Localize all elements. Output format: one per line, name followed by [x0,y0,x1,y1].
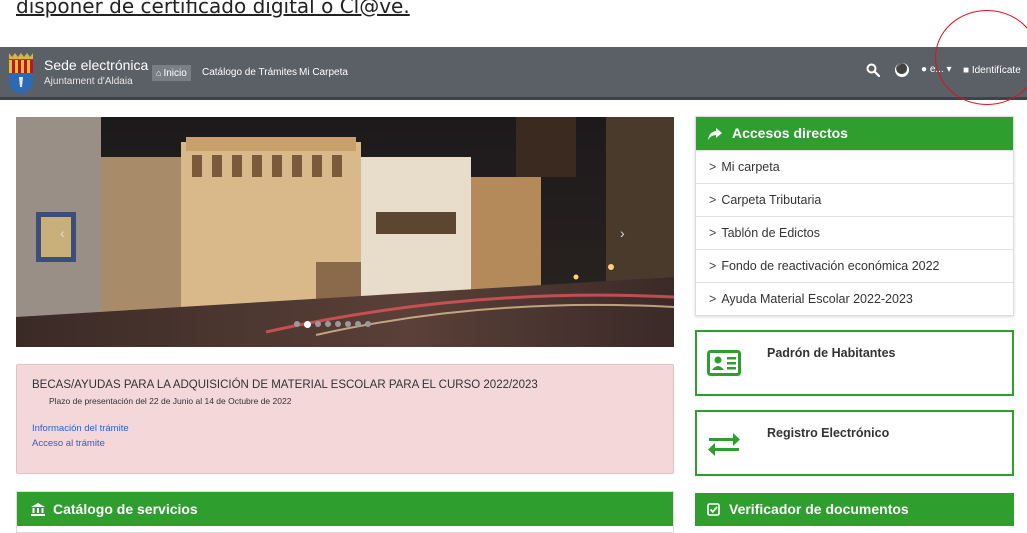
carousel-indicators [294,320,371,328]
site-subtitle[interactable]: Ajuntament d'Aldaia [44,76,133,87]
chevron-right-icon: > [709,259,717,273]
shortcut-label: Ayuda Material Escolar 2022-2023 [721,292,913,306]
nav-item-catalogo-tramites[interactable]: Catálogo de Trámites [202,65,297,81]
chevron-right-icon: > [709,226,717,240]
chevron-left-icon[interactable]: ‹ [60,225,65,241]
verificador-documentos-title: Verificador de documentos [729,501,909,517]
chevron-right-icon: > [709,193,717,207]
bank-icon [31,503,45,516]
shortcut-label: Carpeta Tributaria [721,193,822,207]
carousel-dot[interactable] [294,321,300,327]
catalogo-servicios-header: Catálogo de servicios [17,492,673,526]
instruction-text-fragment: disponer de certificado digital o Cl@ve. [16,0,410,18]
accesos-directos-panel: Accesos directos > Mi carpeta > Carpeta Tr… [695,116,1014,316]
announcement-box: BECAS/AYUDAS PARA LA ADQUISICIÓN DE MATE… [16,364,674,474]
carousel-dot-active[interactable] [304,320,311,328]
chevron-right-icon: > [709,160,717,174]
carousel-dot[interactable] [335,321,341,327]
share-icon [708,128,722,140]
town-hall-night-photo [16,117,674,347]
shortcut-fondo-reactivacion[interactable]: > Fondo de reactivación económica 2022 [696,249,1013,282]
municipal-shield-logo[interactable] [6,51,36,95]
verificador-documentos-panel: Verificador de documentos [695,493,1014,533]
carousel-dot[interactable] [315,321,321,327]
registro-electronico-label: Registro Electrónico [767,426,890,440]
carousel-dot[interactable] [325,321,331,327]
top-navbar: Sede electrónica Ajuntament d'Aldaia ⌂ In… [0,47,1027,100]
announcement-title: BECAS/AYUDAS PARA LA ADQUISICIÓN DE MATE… [32,379,538,391]
shortcut-mi-carpeta[interactable]: > Mi carpeta [696,150,1013,183]
catalogo-servicios-panel: Catálogo de servicios [16,491,674,533]
image-carousel[interactable]: ‹ › [16,117,674,347]
accesos-directos-title: Accesos directos [732,125,848,141]
catalogo-servicios-title: Catálogo de servicios [53,501,198,517]
accesos-directos-header: Accesos directos [696,117,1013,150]
procedure-info-link[interactable]: Información del trámite [32,423,129,434]
nav-item-inicio-label: Inicio [163,68,187,79]
padron-habitantes-label: Padrón de Habitantes [767,346,896,360]
shortcut-label: Fondo de reactivación económica 2022 [721,259,940,273]
id-card-icon [707,350,741,376]
globe-icon: ● [921,64,928,75]
chevron-right-icon: > [709,292,717,306]
accessibility-icon[interactable]: ⚫ [895,63,909,77]
shortcut-label: Mi carpeta [721,160,780,174]
padron-habitantes-tile[interactable]: Padrón de Habitantes [695,330,1014,396]
shortcut-label: Tablón de Edictos [721,226,820,240]
search-icon[interactable] [866,63,880,77]
shortcut-carpeta-tributaria[interactable]: > Carpeta Tributaria [696,183,1013,216]
exchange-arrows-icon [708,433,740,456]
announcement-dates: Plazo de presentación del 22 de Junio al… [49,396,292,406]
carousel-dot[interactable] [365,321,371,327]
nav-item-mi-carpeta[interactable]: Mi Carpeta [299,65,348,81]
shortcut-tablon-edictos[interactable]: > Tablón de Edictos [696,216,1013,249]
carousel-dot[interactable] [345,321,351,327]
nav-item-inicio[interactable]: ⌂ Inicio [152,65,191,81]
shortcut-ayuda-material[interactable]: > Ayuda Material Escolar 2022-2023 [696,282,1013,315]
check-square-icon [707,503,720,516]
registro-electronico-tile[interactable]: Registro Electrónico [695,410,1014,476]
site-title[interactable]: Sede electrónica [44,57,148,73]
home-icon: ⌂ [156,68,162,78]
verificador-documentos-header[interactable]: Verificador de documentos [695,493,1014,526]
carousel-dot[interactable] [355,321,361,327]
procedure-access-link[interactable]: Acceso al trámite [32,438,105,449]
chevron-right-icon[interactable]: › [620,225,625,241]
